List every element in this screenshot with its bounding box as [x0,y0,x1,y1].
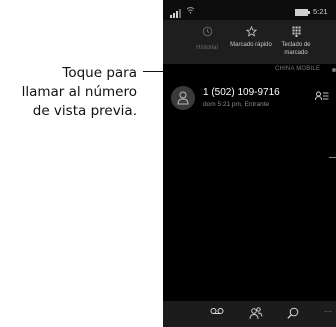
screenshot-figure: Toque para llamar al número de vista pre… [0,0,336,327]
status-time: 5:21 [313,7,328,16]
dialpad-icon [271,26,321,40]
more-icon[interactable]: ··· [320,307,336,321]
person-icon [177,91,189,105]
tab-marcado-rapido[interactable]: Marcado rápido [228,20,274,64]
callout-annotation: Toque para llamar al número de vista pre… [0,64,137,121]
tab-label: Marcado rápido [230,42,272,48]
wifi-icon [186,6,195,16]
tab-label: Historial [196,45,218,51]
contacts-icon[interactable] [248,307,264,321]
phone-screen: 5:21 Historial Marcado rápido Teclado de… [163,0,336,327]
contact-card-icon[interactable] [315,91,329,104]
tab-header: Historial Marcado rápido Teclado de marc… [163,20,336,64]
tab-historial[interactable]: Historial [185,20,229,64]
sim-indicator-dot [332,68,336,72]
callout-pointer [143,71,163,72]
call-number[interactable]: 1 (502) 109-9716 [203,87,280,98]
battery-icon [295,9,310,16]
status-bar: 5:21 [163,0,336,20]
carrier-label: CHINA MOBILE [275,66,321,72]
star-icon [228,25,274,40]
tab-label: Teclado de marcado [281,42,311,56]
callout-line-1: Toque para [62,65,137,81]
tab-teclado[interactable]: Teclado de marcado [271,20,321,64]
history-icon [185,26,229,40]
scroll-indicator [329,157,336,158]
call-detail: dom 5:21 pm, Entrante [203,101,270,108]
callout-line-3: de vista previa. [32,103,137,119]
callout-line-2: llamar al número [21,84,137,100]
avatar[interactable] [171,86,195,110]
app-bar: ··· [163,301,336,327]
search-icon[interactable] [285,307,301,321]
call-history-item[interactable]: 1 (502) 109-9716 dom 5:21 pm, Entrante [163,82,336,116]
signal-icon [170,9,184,18]
voicemail-icon[interactable] [209,307,225,321]
